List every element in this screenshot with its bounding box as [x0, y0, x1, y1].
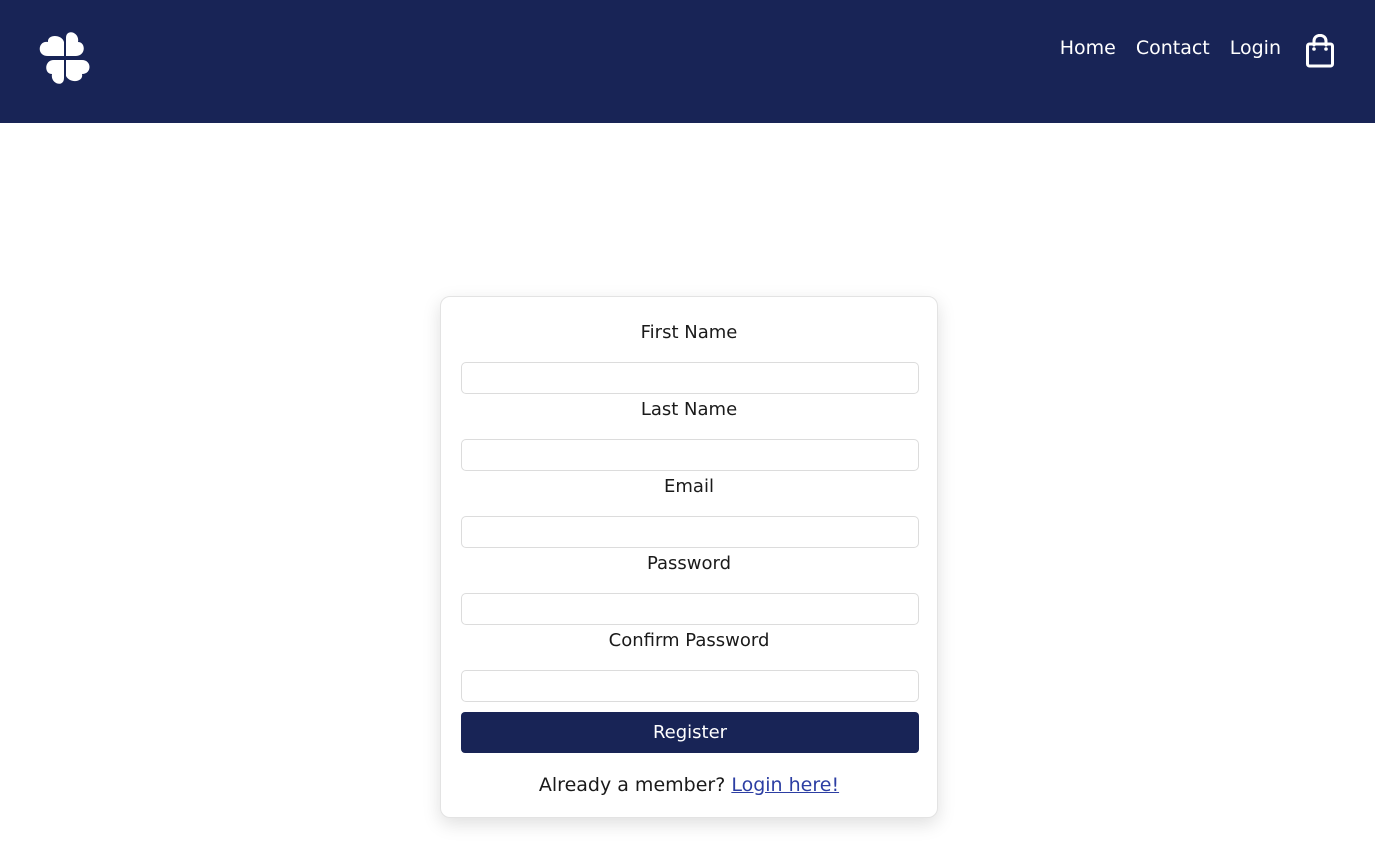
- confirm-password-label: Confirm Password: [608, 630, 770, 651]
- main-nav: Home Contact Login: [1040, 36, 1281, 60]
- login-here-link[interactable]: Login here!: [731, 774, 839, 796]
- last-name-input[interactable]: [461, 439, 919, 471]
- password-label: Password: [646, 553, 732, 574]
- member-prompt-text: Already a member?: [538, 774, 726, 796]
- email-input[interactable]: [461, 516, 919, 548]
- password-input[interactable]: [461, 593, 919, 625]
- nav-contact-link[interactable]: Contact: [1136, 36, 1210, 60]
- top-navbar: Home Contact Login: [0, 0, 1375, 123]
- nav-login-link[interactable]: Login: [1230, 36, 1281, 60]
- login-prompt: Already a member? Login here!: [441, 773, 937, 797]
- last-name-label: Last Name: [640, 399, 738, 420]
- shopping-bag-icon[interactable]: [1305, 34, 1335, 68]
- first-name-input[interactable]: [461, 362, 919, 394]
- email-label: Email: [664, 476, 714, 497]
- confirm-password-input[interactable]: [461, 670, 919, 702]
- nav-home-link[interactable]: Home: [1060, 36, 1116, 60]
- clover-hearts-logo-icon[interactable]: [36, 30, 92, 86]
- first-name-label: First Name: [640, 322, 738, 343]
- register-form-card: First Name Last Name Email Password Conf…: [440, 296, 938, 818]
- register-button[interactable]: Register: [461, 712, 919, 753]
